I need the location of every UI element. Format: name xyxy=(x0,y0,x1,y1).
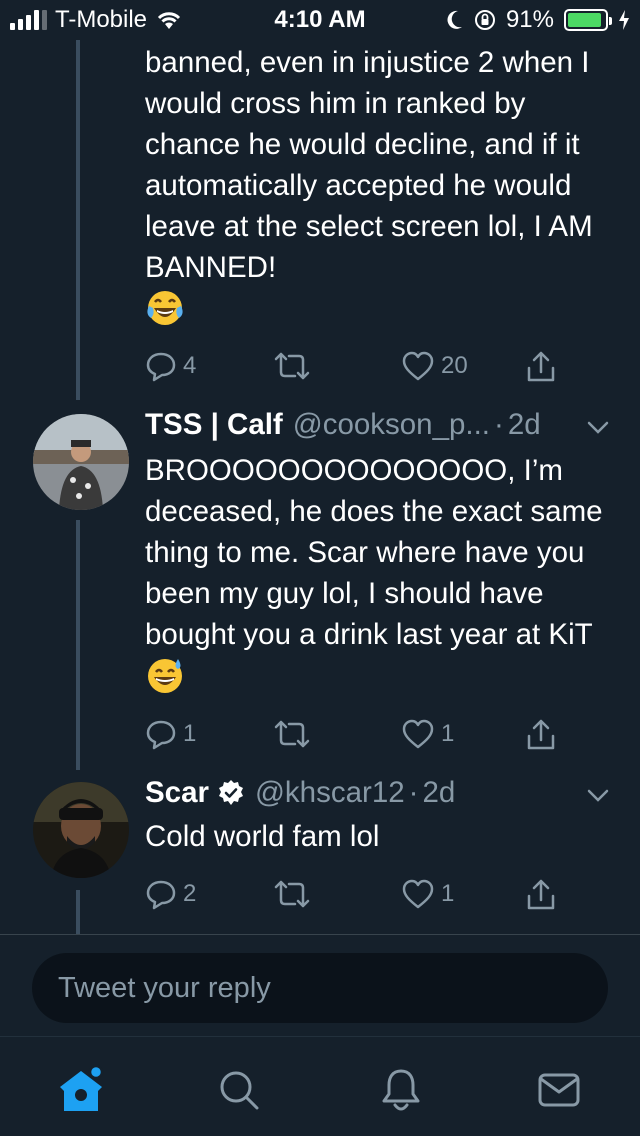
tweet-time: 2d xyxy=(507,408,541,441)
tweet-time: 2d xyxy=(422,776,456,809)
grinning-face-with-sweat-icon xyxy=(145,655,185,706)
avatar[interactable] xyxy=(33,782,129,878)
reply-button[interactable]: 1 xyxy=(145,718,196,750)
tweet-text: Cold world fam lol xyxy=(145,816,615,857)
battery-icon xyxy=(564,9,612,31)
nav-notifications[interactable] xyxy=(376,1065,426,1115)
retweet-button[interactable] xyxy=(273,718,311,750)
share-button[interactable] xyxy=(525,878,557,912)
search-icon xyxy=(220,1071,259,1110)
display-name[interactable]: TSS | Calf xyxy=(145,408,283,442)
thread-line xyxy=(76,520,80,770)
reply-icon xyxy=(146,720,176,750)
status-right: 91% xyxy=(444,6,630,34)
retweet-icon xyxy=(274,880,310,908)
share-button[interactable] xyxy=(525,350,557,384)
chevron-down-icon[interactable] xyxy=(586,788,610,804)
battery-percent: 91% xyxy=(505,6,554,33)
like-count: 20 xyxy=(441,352,468,379)
retweet-icon xyxy=(274,352,310,380)
user-handle[interactable]: @cookson_p... xyxy=(293,408,490,442)
reply-placeholder: Tweet your reply xyxy=(58,971,271,1004)
tweet-header: Scar @khscar12 · 2d xyxy=(145,776,625,810)
reply-count: 1 xyxy=(183,720,197,747)
reply-button[interactable]: 2 xyxy=(145,878,196,910)
verified-badge-icon xyxy=(218,780,243,805)
orientation-lock-icon xyxy=(474,10,495,30)
retweet-button[interactable] xyxy=(273,878,311,910)
tweet-header: TSS | Calf @cookson_p... · 2d xyxy=(145,408,625,442)
notifications-icon xyxy=(382,1069,420,1111)
like-count: 1 xyxy=(441,720,455,747)
share-icon xyxy=(527,719,555,750)
display-name[interactable]: Scar xyxy=(145,776,209,810)
user-handle[interactable]: @khscar12 xyxy=(255,776,405,810)
charging-bolt-icon xyxy=(619,10,629,30)
tweet-text-content: BROOOOOOOOOOOOOO, I’m deceased, he does … xyxy=(145,454,603,651)
reply-count: 2 xyxy=(183,880,197,907)
thread-line xyxy=(76,890,80,934)
face-with-tears-of-joy-icon xyxy=(145,288,185,339)
reply-button[interactable]: 4 xyxy=(145,350,196,382)
like-button[interactable]: 20 xyxy=(401,350,468,382)
messages-icon xyxy=(538,1073,580,1107)
separator-dot: · xyxy=(408,776,419,809)
heart-icon xyxy=(402,719,434,749)
nav-search[interactable] xyxy=(214,1065,264,1115)
share-icon xyxy=(527,879,555,910)
reply-icon xyxy=(146,352,176,382)
tweet-actions: 4 20 xyxy=(145,350,615,386)
retweet-icon xyxy=(274,720,310,748)
nav-home[interactable] xyxy=(56,1065,106,1115)
tweet-actions: 2 1 xyxy=(145,878,615,914)
tweet-text: BROOOOOOOOOOOOOO, I’m deceased, he does … xyxy=(145,450,615,706)
like-button[interactable]: 1 xyxy=(401,718,454,750)
home-icon xyxy=(60,1065,104,1111)
tweet-text-content: banned, even in injustice 2 when I would… xyxy=(145,46,593,284)
avatar[interactable] xyxy=(33,414,129,510)
heart-icon xyxy=(402,351,434,381)
tweet-actions: 1 1 xyxy=(145,718,615,754)
reply-icon xyxy=(146,880,176,910)
nav-messages[interactable] xyxy=(534,1065,584,1115)
reply-bar: Tweet your reply xyxy=(0,934,640,1036)
share-icon xyxy=(527,351,555,382)
share-button[interactable] xyxy=(525,718,557,752)
moon-icon xyxy=(447,10,462,29)
bottom-nav xyxy=(0,1036,640,1136)
tweet-text-content: Cold world fam lol xyxy=(145,820,380,853)
status-bar: T-Mobile 4:10 AM 91% xyxy=(0,0,640,40)
reply-count: 4 xyxy=(183,352,197,379)
thread-line xyxy=(76,40,80,400)
like-count: 1 xyxy=(441,880,455,907)
reply-input[interactable]: Tweet your reply xyxy=(32,953,608,1023)
battery-fill xyxy=(568,13,601,27)
retweet-button[interactable] xyxy=(273,350,311,382)
heart-icon xyxy=(402,879,434,909)
tweet-text: banned, even in injustice 2 when I would… xyxy=(145,42,615,339)
like-button[interactable]: 1 xyxy=(401,878,454,910)
tweet-thread-screen: T-Mobile 4:10 AM 91% banned, even in inj… xyxy=(0,0,640,1136)
separator-dot: · xyxy=(493,408,504,441)
chevron-down-icon[interactable] xyxy=(586,420,610,436)
